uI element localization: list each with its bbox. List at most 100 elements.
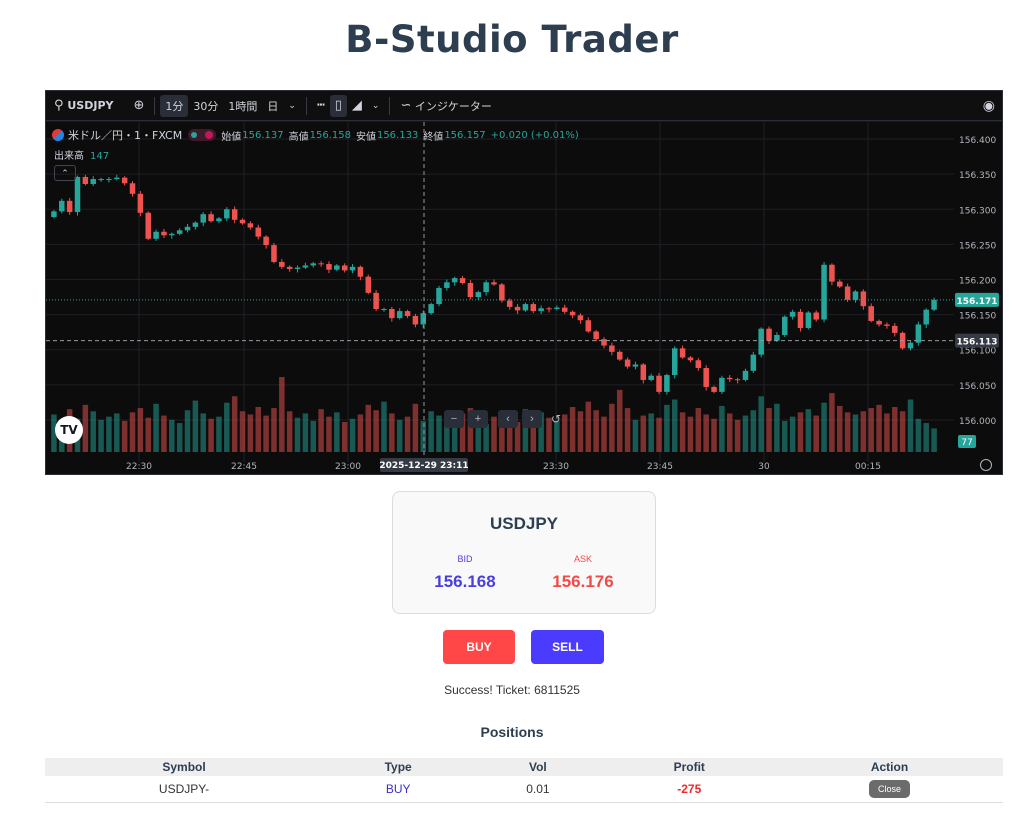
candle-body [451, 278, 458, 283]
compare-button[interactable]: ⊕ [128, 95, 149, 117]
candle-body [169, 233, 175, 236]
bar-type-button[interactable]: ┅ [312, 95, 330, 117]
candle-body [82, 176, 89, 184]
tradingview-logo[interactable]: TV [55, 416, 83, 444]
candle-body [357, 266, 364, 277]
volume-bar [389, 413, 395, 452]
candle-body [860, 291, 867, 307]
legend-toggle[interactable] [188, 129, 217, 141]
volume-bar [892, 407, 898, 452]
candle-body [766, 328, 772, 341]
volume-bar [412, 403, 419, 452]
interval-1d[interactable]: 日 [262, 95, 283, 117]
candle-body [530, 304, 537, 312]
zoom-in-button[interactable]: + [468, 410, 488, 428]
scroll-right-button[interactable]: › [522, 410, 542, 428]
volume-bar [153, 403, 159, 452]
candle-body [829, 264, 835, 282]
candle-body [459, 278, 466, 284]
volume-bar [758, 396, 764, 452]
y-tick-label: 156.150 [959, 312, 996, 322]
y-tick-label: 156.400 [959, 136, 996, 146]
symbol-label: USDJPY [67, 99, 114, 112]
candle-body [467, 283, 474, 298]
chart-legend: 米ドル／円・1・FXCM 始値 156.137 高値 156.158 安値 156.1… [52, 127, 579, 143]
volume-bar [334, 412, 340, 452]
candle-body [129, 183, 136, 194]
volume-bar [711, 418, 717, 452]
volume-bar [899, 411, 906, 452]
camera-icon[interactable]: ◉ [983, 97, 995, 114]
volume-bar [365, 404, 372, 452]
crosshair-time-label: 2025-12-29 23:11 [379, 461, 468, 471]
interval-1h[interactable]: 1時間 [223, 95, 262, 117]
interval-dropdown-button[interactable]: ⌄ [283, 95, 301, 117]
volume-bar [483, 424, 489, 452]
candle-body [51, 211, 57, 217]
area-chart-button[interactable]: ◢ [347, 95, 367, 117]
interval-1m[interactable]: 1分 [160, 94, 189, 117]
chevron-up-icon: ⌃ [61, 168, 69, 178]
x-tick-label: 23:30 [543, 462, 569, 472]
sell-button[interactable]: SELL [531, 630, 604, 664]
chart-type-dropdown-button[interactable]: ⌄ [367, 95, 385, 117]
volume-bar [774, 403, 780, 452]
candle-body [609, 345, 615, 352]
candle-body [884, 324, 890, 326]
chart-widget[interactable]: ⚲ USDJPY ⊕ 1分 30分 1時間 日 ⌄ ┅ ▯ ◢ ⌄ ∽ インジケ… [45, 90, 1003, 475]
candle-body [711, 386, 717, 392]
ask-label: ASK [573, 554, 592, 564]
volume-bar [852, 414, 859, 452]
x-tick-label: 22:30 [126, 462, 152, 472]
volume-bar [82, 404, 89, 452]
volume-bar [286, 411, 293, 452]
volume-bar [279, 377, 285, 452]
volume-bar [216, 416, 222, 452]
volume-bar [837, 405, 843, 452]
indicators-button[interactable]: ∽ インジケーター [395, 95, 496, 117]
volume-bar [169, 419, 175, 452]
candle-body [561, 307, 568, 312]
candle-body [868, 306, 874, 321]
candle-body [616, 351, 623, 360]
volume-tag-label: 77 [961, 438, 972, 448]
collapse-legend-button[interactable]: ⌃ [54, 165, 76, 181]
candle-body [923, 309, 929, 325]
toolbar-divider [389, 96, 391, 115]
interval-30m[interactable]: 30分 [188, 95, 223, 117]
volume-bar [821, 402, 827, 452]
candle-body [719, 377, 725, 392]
close-position-button[interactable]: Close [868, 779, 910, 798]
candle-body [137, 193, 144, 213]
candles-button[interactable]: ▯ [329, 94, 347, 117]
volume-value: 147 [90, 151, 110, 162]
reset-chart-button[interactable]: ↺ [546, 410, 566, 428]
legend-open: 156.137 [242, 129, 284, 141]
legend-low: 156.133 [376, 129, 419, 141]
volume-bar [907, 399, 914, 452]
ask-panel: ASK 156.176 [533, 554, 633, 592]
candle-body [66, 200, 73, 213]
crosshair-price-label: 156.113 [957, 338, 998, 348]
zoom-out-button[interactable]: − [444, 410, 464, 428]
scroll-left-button[interactable]: ‹ [498, 410, 518, 428]
symbol-search-button[interactable]: ⚲ USDJPY [46, 95, 118, 117]
positions-table: Symbol Type Vol Profit Action USDJPY- BU… [45, 758, 1003, 803]
volume-bar [687, 416, 694, 452]
candle-body [349, 266, 356, 271]
positions-title: Positions [480, 724, 544, 740]
candle-body [294, 267, 301, 269]
candle-body [656, 375, 662, 392]
legend-instrument: 米ドル／円・1・FXCM [68, 129, 183, 142]
buy-button[interactable]: BUY [443, 630, 515, 664]
volume-bar [569, 407, 576, 452]
volume-bar [106, 416, 112, 452]
candle-body [907, 342, 914, 349]
column-header: Type [323, 758, 474, 776]
volume-bar [648, 413, 654, 452]
volume-bar [98, 419, 104, 452]
y-tick-label: 156.200 [959, 277, 996, 287]
settings-icon[interactable] [980, 459, 992, 471]
candle-body [585, 320, 592, 332]
volume-bar [734, 419, 741, 452]
